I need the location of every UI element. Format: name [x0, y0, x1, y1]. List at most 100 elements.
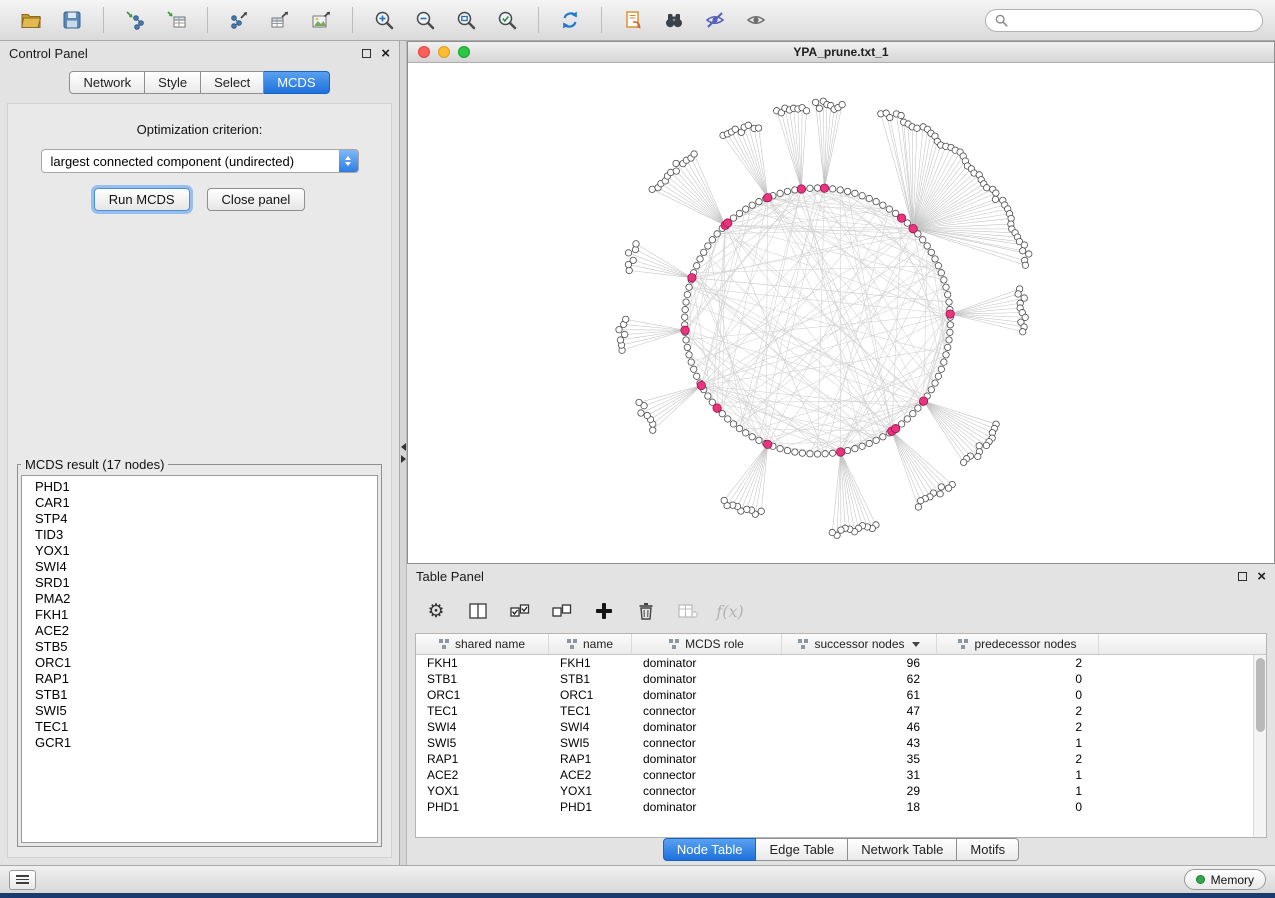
network-node[interactable] [686, 284, 692, 290]
cell-shared-name[interactable]: PHD1 [416, 800, 549, 814]
add-column-button[interactable] [591, 598, 617, 624]
network-node[interactable] [943, 284, 949, 290]
network-node[interactable] [682, 306, 688, 312]
cell-mcds-role[interactable]: dominator [632, 720, 782, 734]
network-node[interactable] [683, 299, 689, 305]
network-node[interactable] [839, 101, 845, 107]
network-node[interactable] [1019, 329, 1025, 335]
cell-name[interactable]: RAP1 [549, 752, 632, 766]
list-item[interactable]: PMA2 [22, 591, 377, 607]
cell-name[interactable]: SWI4 [549, 720, 632, 734]
network-node[interactable] [732, 126, 738, 132]
table-row[interactable]: SWI5 SWI5 connector 43 1 [416, 735, 1266, 751]
network-node[interactable] [983, 185, 989, 191]
network-node[interactable] [928, 249, 934, 255]
network-node-dominator[interactable] [697, 381, 705, 389]
network-node[interactable] [945, 485, 951, 491]
table-row[interactable]: SWI4 SWI4 dominator 46 2 [416, 719, 1266, 735]
tab-network[interactable]: Network [69, 71, 145, 94]
tab-mcds[interactable]: MCDS [264, 71, 329, 94]
float-panel-icon[interactable] [362, 49, 371, 58]
zoom-in-button[interactable] [365, 4, 403, 36]
network-node[interactable] [844, 188, 850, 194]
cell-name[interactable]: FKH1 [549, 656, 632, 670]
network-node[interactable] [693, 263, 699, 269]
network-node[interactable] [649, 186, 655, 192]
network-node[interactable] [945, 291, 951, 297]
network-node[interactable] [814, 451, 820, 457]
network-node[interactable] [915, 405, 921, 411]
network-node[interactable] [829, 450, 835, 456]
list-item[interactable]: SWI5 [22, 703, 377, 719]
cell-shared-name[interactable]: RAP1 [416, 752, 549, 766]
cell-name[interactable]: SWI5 [549, 736, 632, 750]
cell-predecessor-nodes[interactable]: 0 [937, 688, 1099, 702]
network-node[interactable] [777, 190, 783, 196]
network-node-dominator[interactable] [946, 310, 954, 318]
table-row[interactable]: ACE2 ACE2 connector 31 1 [416, 767, 1266, 783]
network-node[interactable] [852, 445, 858, 451]
network-node[interactable] [886, 206, 892, 212]
network-node-dominator[interactable] [836, 448, 844, 456]
network-node[interactable] [626, 267, 632, 273]
cell-mcds-role[interactable]: dominator [632, 688, 782, 702]
cell-successor-nodes[interactable]: 43 [782, 736, 937, 750]
mcds-result-list[interactable]: PHD1 CAR1 STP4 TID3 YOX1 SWI4 SRD1 PMA2 … [21, 475, 378, 843]
network-node[interactable] [1019, 248, 1025, 254]
network-window-titlebar[interactable]: YPA_prune.txt_1 [408, 42, 1274, 63]
network-graph[interactable] [408, 63, 1274, 563]
export-table-button[interactable] [261, 4, 299, 36]
cell-name[interactable]: YOX1 [549, 784, 632, 798]
network-node[interactable] [941, 359, 947, 365]
network-node[interactable] [673, 168, 679, 174]
network-node-dominator[interactable] [820, 184, 828, 192]
cell-predecessor-nodes[interactable]: 1 [937, 784, 1099, 798]
network-node[interactable] [937, 491, 943, 497]
cell-mcds-role[interactable]: dominator [632, 656, 782, 670]
network-node[interactable] [807, 185, 813, 191]
network-node[interactable] [880, 434, 886, 440]
network-node[interactable] [673, 160, 679, 166]
show-columns-button[interactable] [465, 598, 491, 624]
network-node[interactable] [928, 386, 934, 392]
table-scrollbar[interactable] [1253, 655, 1266, 837]
network-node[interactable] [960, 459, 966, 465]
collapse-right-icon[interactable] [401, 455, 406, 463]
cell-shared-name[interactable]: SWI4 [416, 720, 549, 734]
network-node[interactable] [946, 299, 952, 305]
network-node[interactable] [638, 410, 644, 416]
hide-selected-button[interactable] [696, 4, 734, 36]
list-item[interactable]: STB5 [22, 639, 377, 655]
tab-edge-table[interactable]: Edge Table [756, 838, 848, 861]
network-node[interactable] [625, 250, 631, 256]
tab-node-table[interactable]: Node Table [663, 838, 757, 861]
network-node-dominator[interactable] [764, 193, 772, 201]
import-network-button[interactable] [116, 4, 154, 36]
network-node[interactable] [920, 237, 926, 243]
network-node[interactable] [812, 99, 818, 105]
network-node[interactable] [947, 329, 953, 335]
network-node[interactable] [924, 243, 930, 249]
cell-mcds-role[interactable]: connector [632, 768, 782, 782]
column-header-successor-nodes[interactable]: successor nodes [782, 634, 937, 654]
cell-predecessor-nodes[interactable]: 1 [937, 736, 1099, 750]
network-node[interactable] [617, 337, 623, 343]
network-node[interactable] [938, 270, 944, 276]
network-node[interactable] [866, 440, 872, 446]
network-node[interactable] [947, 322, 953, 328]
network-node[interactable] [993, 190, 999, 196]
delete-column-button[interactable] [633, 598, 659, 624]
table-row[interactable]: YOX1 YOX1 connector 29 1 [416, 783, 1266, 799]
network-node[interactable] [623, 316, 629, 322]
network-node[interactable] [799, 450, 805, 456]
network-node[interactable] [829, 186, 835, 192]
network-node[interactable] [691, 151, 697, 157]
cell-shared-name[interactable]: STB1 [416, 672, 549, 686]
panel-splitter[interactable] [400, 41, 407, 865]
network-node[interactable] [983, 442, 989, 448]
zoom-out-button[interactable] [406, 4, 444, 36]
network-node[interactable] [904, 416, 910, 422]
cell-successor-nodes[interactable]: 47 [782, 704, 937, 718]
run-mcds-button[interactable]: Run MCDS [94, 188, 190, 211]
column-header-shared-name[interactable]: shared name [416, 634, 549, 654]
